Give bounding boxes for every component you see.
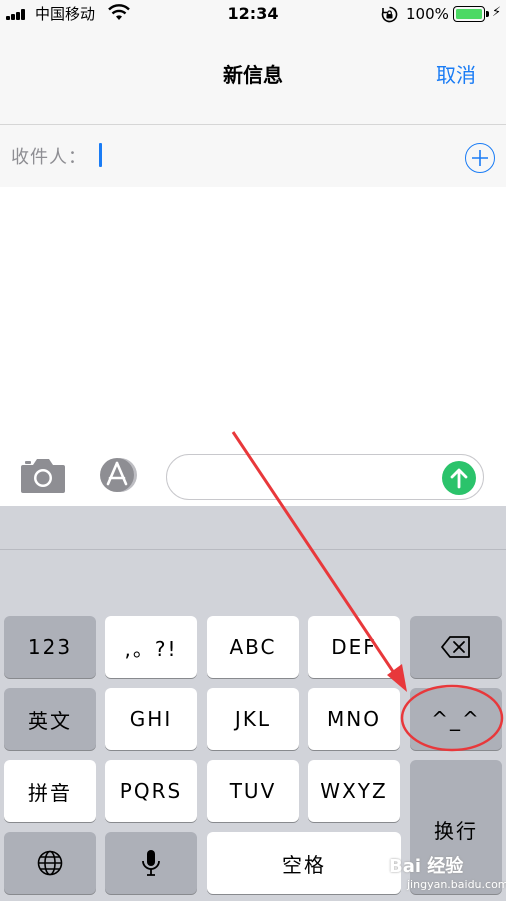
cancel-button[interactable]: 取消: [436, 59, 476, 88]
camera-icon: [21, 459, 65, 493]
add-contact-icon: [472, 150, 488, 166]
app-store-button[interactable]: [94, 456, 140, 494]
keyboard: 123 ,。?! ABC DEF 英文 GHI JKL MNO ^_^ 拼音 P…: [0, 506, 506, 901]
battery-icon: [453, 6, 485, 22]
microphone-icon: [142, 850, 160, 876]
space-key[interactable]: 空格: [207, 832, 401, 894]
recipient-input[interactable]: [96, 139, 436, 173]
message-body-area: [0, 187, 506, 440]
key-tuv[interactable]: TUV: [207, 760, 299, 822]
key-english[interactable]: 英文: [4, 688, 96, 750]
battery-percent: 100%: [406, 5, 449, 23]
key-punctuation[interactable]: ,。?!: [105, 616, 197, 678]
recipient-row: 收件人：: [0, 125, 506, 187]
watermark-url: jingyan.baidu.com: [407, 878, 506, 891]
key-pinyin[interactable]: 拼音: [4, 760, 96, 822]
app-store-icon: [100, 458, 137, 492]
battery-tip: [486, 11, 489, 17]
key-abc[interactable]: ABC: [207, 616, 299, 678]
orientation-lock-icon: [381, 6, 398, 23]
microphone-key[interactable]: [105, 832, 197, 894]
message-field: [166, 454, 484, 500]
watermark: Bai 经验 jingyan.baidu.com: [385, 852, 506, 897]
key-wxyz[interactable]: WXYZ: [308, 760, 400, 822]
key-mno[interactable]: MNO: [308, 688, 400, 750]
candidate-bar: [0, 506, 506, 550]
add-contact-button[interactable]: [465, 143, 495, 173]
key-123[interactable]: 123: [4, 616, 96, 678]
globe-key[interactable]: [4, 832, 96, 894]
key-pqrs[interactable]: PQRS: [105, 760, 197, 822]
key-def[interactable]: DEF: [308, 616, 400, 678]
charging-bolt-icon: ⚡: [492, 5, 502, 20]
recipient-label: 收件人：: [11, 147, 87, 168]
globe-icon: [37, 850, 63, 876]
text-cursor: [99, 143, 102, 167]
send-button[interactable]: [442, 461, 476, 495]
key-ghi[interactable]: GHI: [105, 688, 197, 750]
key-jkl[interactable]: JKL: [207, 688, 299, 750]
delete-icon: [441, 636, 470, 658]
nav-bar: 新信息 取消: [0, 28, 506, 125]
page-title: 新信息: [223, 63, 283, 87]
enter-label: 换行: [434, 818, 478, 843]
watermark-brand: Bai 经验: [389, 856, 464, 877]
camera-button[interactable]: [20, 456, 66, 494]
message-input[interactable]: [183, 461, 433, 493]
send-arrow-icon: [450, 468, 468, 489]
key-emoticon[interactable]: ^_^: [410, 688, 502, 750]
status-bar: 中国移动 12:34 100% ⚡: [0, 0, 506, 28]
delete-key[interactable]: [410, 616, 502, 678]
